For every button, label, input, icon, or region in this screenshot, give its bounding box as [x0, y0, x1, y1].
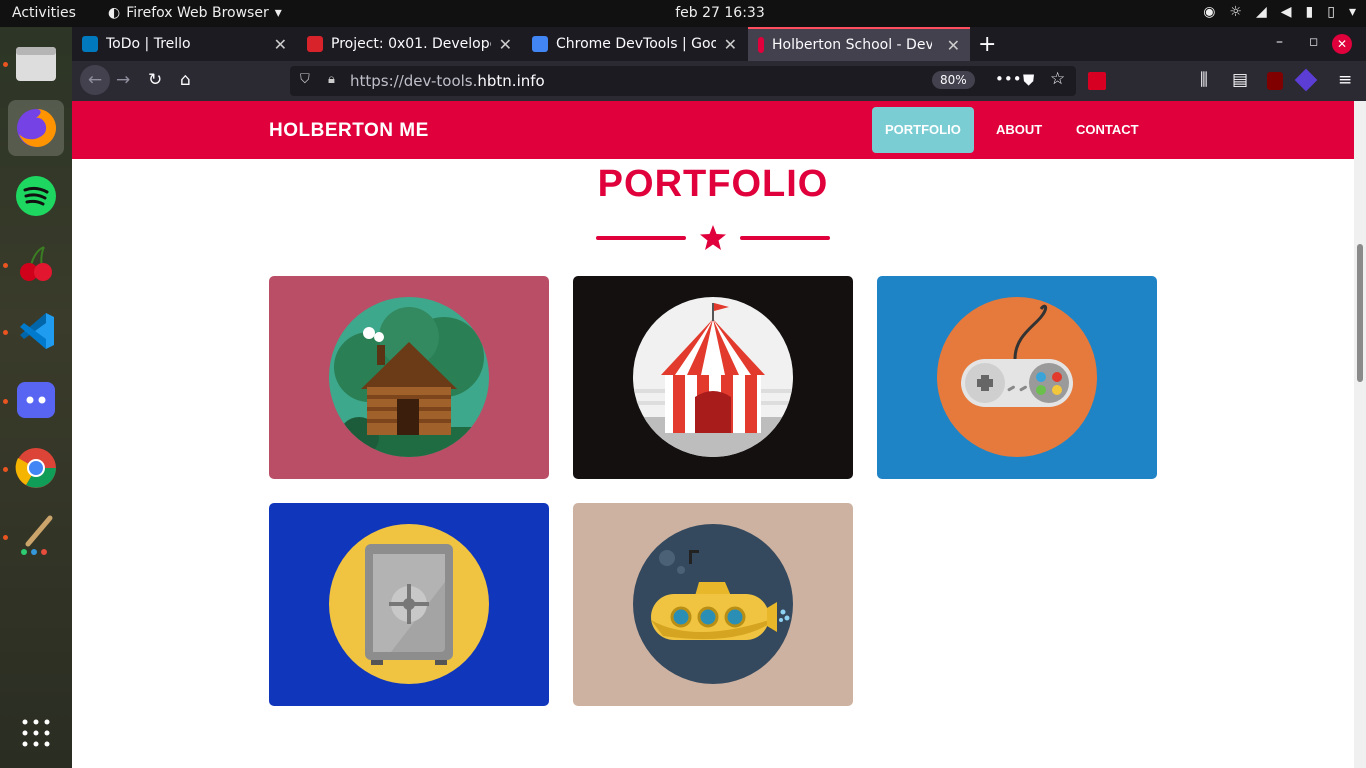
show-applications-icon[interactable]	[8, 705, 64, 761]
chrome-icon[interactable]	[8, 440, 64, 496]
firefox-icon[interactable]	[8, 100, 64, 156]
nav-link-about[interactable]: ABOUT	[983, 107, 1055, 153]
vscode-icon[interactable]	[8, 303, 64, 359]
site-navbar: HOLBERTON ME PORTFOLIO ABOUT CONTACT	[72, 101, 1354, 159]
pocket-icon[interactable]: ⛊	[1023, 71, 1034, 89]
game-controller-icon	[937, 297, 1097, 457]
tab-bar: ToDo | Trello ✕ Project: 0x01. Developer…	[72, 27, 1366, 61]
web-page: HOLBERTON ME PORTFOLIO ABOUT CONTACT POR…	[72, 101, 1354, 768]
safe-icon	[329, 524, 489, 684]
section-heading: PORTFOLIO	[597, 163, 829, 205]
tab-holberton-active[interactable]: Holberton School - Devel ✕	[748, 27, 970, 61]
nav-link-portfolio[interactable]: PORTFOLIO	[872, 107, 974, 153]
divider-line-left	[596, 236, 686, 240]
portfolio-item-game-controller[interactable]	[877, 276, 1157, 479]
discord-tray-icon[interactable]: ◉	[1203, 4, 1215, 20]
back-button-icon[interactable]: ←	[80, 65, 110, 95]
discord-icon[interactable]	[8, 372, 64, 428]
address-bar[interactable]: ⛉ 🔒︎ https://dev-tools.hbtn.info 80% •••…	[290, 66, 1076, 96]
tab-title: Project: 0x01. Developer	[331, 36, 491, 52]
tab-title: Holberton School - Devel	[772, 37, 932, 53]
extension-layers-icon[interactable]	[1294, 68, 1318, 92]
chrome-favicon	[532, 36, 548, 52]
tab-title: ToDo | Trello	[106, 36, 191, 52]
url-text[interactable]: https://dev-tools.hbtn.info	[350, 72, 545, 90]
site-brand[interactable]: HOLBERTON ME	[269, 120, 429, 142]
spotify-icon[interactable]	[8, 168, 64, 224]
url-prefix: https://dev-tools.	[350, 72, 478, 90]
portfolio-item-submarine[interactable]	[573, 503, 853, 706]
holberton-favicon	[307, 36, 323, 52]
close-icon[interactable]: ✕	[724, 35, 737, 54]
ublock-icon[interactable]	[1267, 72, 1283, 90]
circus-tent-icon	[633, 297, 793, 457]
clock[interactable]: feb 27 16:33	[0, 5, 1366, 21]
maximize-icon[interactable]: ◻	[1309, 35, 1318, 48]
paint-app-icon[interactable]	[8, 508, 64, 564]
close-icon[interactable]: ✕	[274, 35, 287, 54]
page-scrollbar[interactable]	[1354, 101, 1366, 768]
volume-icon: ◀	[1280, 4, 1292, 20]
home-icon[interactable]: ⌂	[180, 70, 191, 90]
power-menu-icon[interactable]: ▾	[1349, 4, 1356, 20]
bookmark-star-icon[interactable]: ☆	[1050, 69, 1065, 89]
minimize-icon[interactable]: –	[1276, 34, 1283, 50]
dock	[0, 27, 72, 768]
tab-trello[interactable]: ToDo | Trello ✕	[72, 27, 297, 61]
navigation-toolbar: ← → ↻ ⌂ ⛉ 🔒︎ https://dev-tools.hbtn.info…	[72, 61, 1366, 101]
system-top-bar: Activities ◐ Firefox Web Browser ▾ feb 2…	[0, 0, 1366, 27]
close-icon[interactable]: ✕	[499, 35, 512, 54]
shield-icon[interactable]: ⛉	[300, 72, 310, 87]
library-icon[interactable]: ⫼	[1200, 70, 1208, 90]
portfolio-item-circus-tent[interactable]	[573, 276, 853, 479]
portfolio-item-log-cabin[interactable]	[269, 276, 549, 479]
url-domain: hbtn.info	[477, 72, 545, 90]
cherrytree-icon[interactable]	[8, 235, 64, 291]
sidebar-icon[interactable]: ▤	[1232, 70, 1248, 90]
brightness-icon: ☼	[1229, 4, 1242, 20]
tab-devtools[interactable]: Chrome DevTools | Goo ✕	[522, 27, 747, 61]
files-icon[interactable]	[8, 35, 64, 91]
new-tab-icon[interactable]: +	[978, 32, 996, 57]
close-window-icon[interactable]: ✕	[1332, 34, 1352, 54]
nav-link-contact[interactable]: CONTACT	[1063, 107, 1152, 153]
trello-favicon	[82, 36, 98, 52]
battery-icon: ▯	[1327, 4, 1335, 20]
scrollbar-thumb[interactable]	[1357, 244, 1363, 382]
tab-project[interactable]: Project: 0x01. Developer ✕	[297, 27, 522, 61]
reload-icon[interactable]: ↻	[148, 70, 162, 90]
page-actions-icon[interactable]: •••	[995, 70, 1022, 88]
log-cabin-icon	[329, 297, 489, 457]
forward-button-icon[interactable]: →	[116, 70, 130, 90]
holberton-favicon	[758, 37, 764, 53]
extension-icon[interactable]	[1088, 72, 1106, 90]
divider-line-right	[740, 236, 830, 240]
system-tray[interactable]: ◉ ☼ ◢ ◀ ▮ ▯ ▾	[1203, 4, 1356, 20]
lock-icon[interactable]: 🔒︎	[328, 72, 335, 87]
hamburger-menu-icon[interactable]: ≡	[1338, 70, 1352, 90]
microphone-icon: ▮	[1305, 4, 1314, 20]
zoom-level[interactable]: 80%	[932, 71, 975, 89]
tab-title: Chrome DevTools | Goo	[556, 36, 716, 52]
close-icon[interactable]: ✕	[947, 36, 960, 55]
submarine-icon	[633, 524, 793, 684]
star-icon	[700, 225, 726, 250]
wifi-icon: ◢	[1255, 4, 1267, 20]
portfolio-item-safe[interactable]	[269, 503, 549, 706]
